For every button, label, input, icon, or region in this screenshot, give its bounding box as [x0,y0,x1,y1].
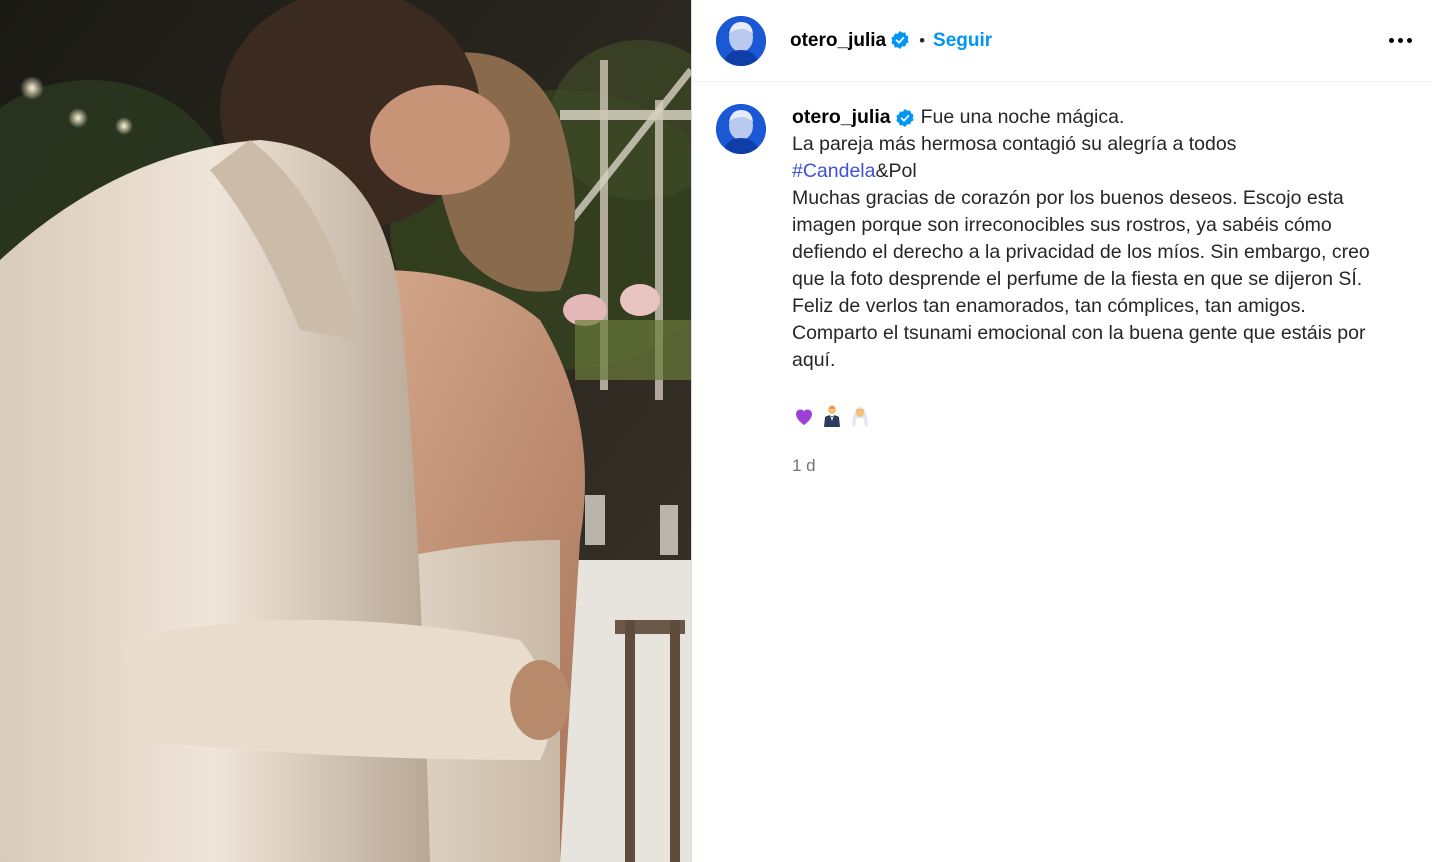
caption-line-4: Feliz de verlos tan enamorados, tan cómp… [792,295,1366,371]
caption: otero_julia Fue una noche mágica. La pare… [716,104,1416,479]
emoji-row [792,404,1392,436]
caption-line-3: Muchas gracias de corazón por los buenos… [792,187,1370,290]
hashtag-suffix: &Pol [875,160,917,182]
more-dot-icon [1388,37,1394,43]
woman-with-veil-icon [848,404,872,436]
more-options-button[interactable] [1384,24,1416,56]
instagram-post: otero_julia • Seguir otero_julia Fue una… [0,0,1432,862]
wedding-kiss-image [0,0,691,862]
avatar-portrait-icon [716,104,766,154]
caption-line-2: La pareja más hermosa contagió su alegrí… [792,133,1237,155]
post-header: otero_julia • Seguir [692,0,1432,82]
post-side-panel: otero_julia • Seguir otero_julia Fue una… [692,0,1432,862]
man-in-tuxedo-icon [820,404,844,436]
hashtag-link[interactable]: #Candela [792,160,875,182]
follow-button[interactable]: Seguir [933,30,992,52]
caption-body: otero_julia Fue una noche mágica. La pare… [792,104,1392,479]
caption-first-line: otero_julia Fue una noche mágica. [792,104,1392,131]
caption-line-1: Fue una noche mágica. [920,106,1125,128]
purple-heart-icon [792,404,816,436]
more-dot-icon [1406,37,1412,43]
avatar[interactable] [716,15,766,66]
post-photo[interactable] [0,0,691,862]
verified-badge-icon [896,108,914,127]
caption-username[interactable]: otero_julia [792,106,891,128]
header-username-text[interactable]: otero_julia [790,30,886,51]
caption-avatar[interactable] [716,104,766,154]
separator-dot: • [919,30,926,50]
header-username[interactable]: otero_julia [790,30,910,52]
avatar-portrait-icon [716,15,766,66]
caption-hashtag-line: #Candela&Pol [792,158,1392,185]
verified-badge-icon [891,31,909,50]
post-timestamp: 1 d [792,456,816,475]
more-dot-icon [1397,37,1403,43]
